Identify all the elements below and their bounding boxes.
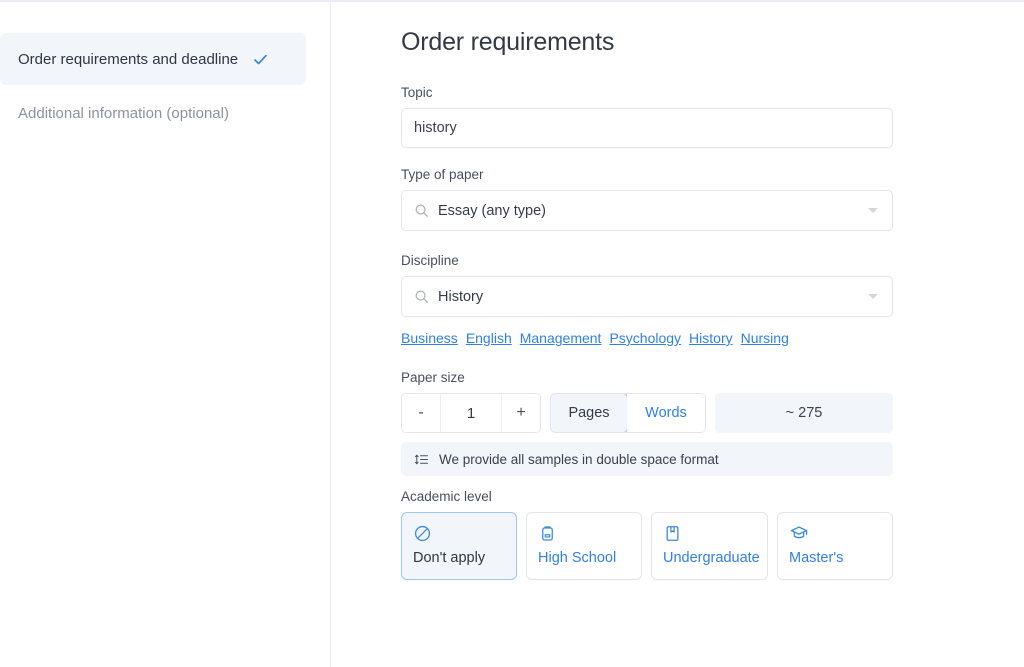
unit-toggle: Pages Words <box>550 393 706 433</box>
academic-level-label-undergraduate: Undergraduate <box>663 550 760 566</box>
discipline-link-nursing[interactable]: Nursing <box>741 330 789 346</box>
search-icon <box>414 203 429 218</box>
type-of-paper-label: Type of paper <box>401 167 484 182</box>
sidebar-item-order-requirements[interactable]: Order requirements and deadline <box>0 33 306 85</box>
steps-sidebar: Order requirements and deadline Addition… <box>0 2 331 667</box>
academic-level-label: Academic level <box>401 489 492 504</box>
discipline-quick-links: Business English Management Psychology Histo… <box>401 328 893 348</box>
discipline-link-english[interactable]: English <box>466 330 512 346</box>
topic-input-value: history <box>414 120 457 136</box>
unit-toggle-pages[interactable]: Pages <box>551 394 628 432</box>
discipline-label: Discipline <box>401 253 459 268</box>
discipline-select[interactable]: History <box>401 276 893 317</box>
sidebar-item-label: Additional information (optional) <box>18 104 229 122</box>
book-bookmark-icon <box>663 522 756 544</box>
topic-input[interactable]: history <box>401 108 893 148</box>
academic-level-options: Don't apply High School Undergraduate Ma… <box>401 512 893 580</box>
sidebar-item-additional-information[interactable]: Additional information (optional) <box>0 87 306 139</box>
double-space-note: We provide all samples in double space f… <box>401 442 893 476</box>
academic-level-masters[interactable]: Master's <box>777 512 893 580</box>
paper-size-controls: - 1 + Pages Words ~ 275 <box>401 393 893 433</box>
chevron-down-icon <box>868 294 878 299</box>
discipline-value: History <box>438 288 484 305</box>
discipline-link-history[interactable]: History <box>689 330 733 346</box>
discipline-link-business[interactable]: Business <box>401 330 458 346</box>
topic-field-group: Topic history <box>401 85 893 148</box>
page-title: Order requirements <box>401 28 615 56</box>
type-of-paper-value: Essay (any type) <box>438 202 546 219</box>
academic-level-label-dont-apply: Don't apply <box>413 550 486 566</box>
approx-word-count: ~ 275 <box>715 393 893 433</box>
graduation-cap-icon <box>789 522 881 544</box>
paper-size-label: Paper size <box>401 370 465 385</box>
double-space-note-text: We provide all samples in double space f… <box>439 451 719 467</box>
chevron-down-icon <box>868 208 878 213</box>
quantity-value[interactable]: 1 <box>440 394 502 432</box>
topic-label: Topic <box>401 85 433 100</box>
sidebar-item-label: Order requirements and deadline <box>18 50 239 68</box>
academic-level-field-group: Academic level Don't apply High School U… <box>401 489 893 580</box>
order-form-page: Order requirements and deadline Addition… <box>0 0 1024 667</box>
academic-level-label-masters: Master's <box>789 550 844 566</box>
academic-level-label-high-school: High School <box>538 550 617 566</box>
discipline-link-management[interactable]: Management <box>520 330 602 346</box>
academic-level-high-school[interactable]: High School <box>526 512 642 580</box>
order-requirements-panel: Order requirements Topic history Type of… <box>331 2 1024 667</box>
type-of-paper-select[interactable]: Essay (any type) <box>401 190 893 231</box>
type-of-paper-field-group: Type of paper Essay (any type) <box>401 167 893 231</box>
decrement-button[interactable]: - <box>402 394 440 432</box>
discipline-link-psychology[interactable]: Psychology <box>609 330 681 346</box>
search-icon <box>414 289 429 304</box>
increment-button[interactable]: + <box>502 394 540 432</box>
line-spacing-icon <box>414 452 429 467</box>
prohibited-icon <box>413 522 505 544</box>
paper-size-field-group: Paper size - 1 + Pages Words ~ 275 We pr… <box>401 370 893 476</box>
unit-toggle-words[interactable]: Words <box>627 394 705 432</box>
academic-level-undergraduate[interactable]: Undergraduate <box>651 512 768 580</box>
quantity-stepper: - 1 + <box>401 393 541 433</box>
academic-level-dont-apply[interactable]: Don't apply <box>401 512 517 580</box>
backpack-icon <box>538 522 630 544</box>
discipline-field-group: Discipline History Business English Manage… <box>401 253 893 348</box>
check-icon <box>252 51 269 68</box>
